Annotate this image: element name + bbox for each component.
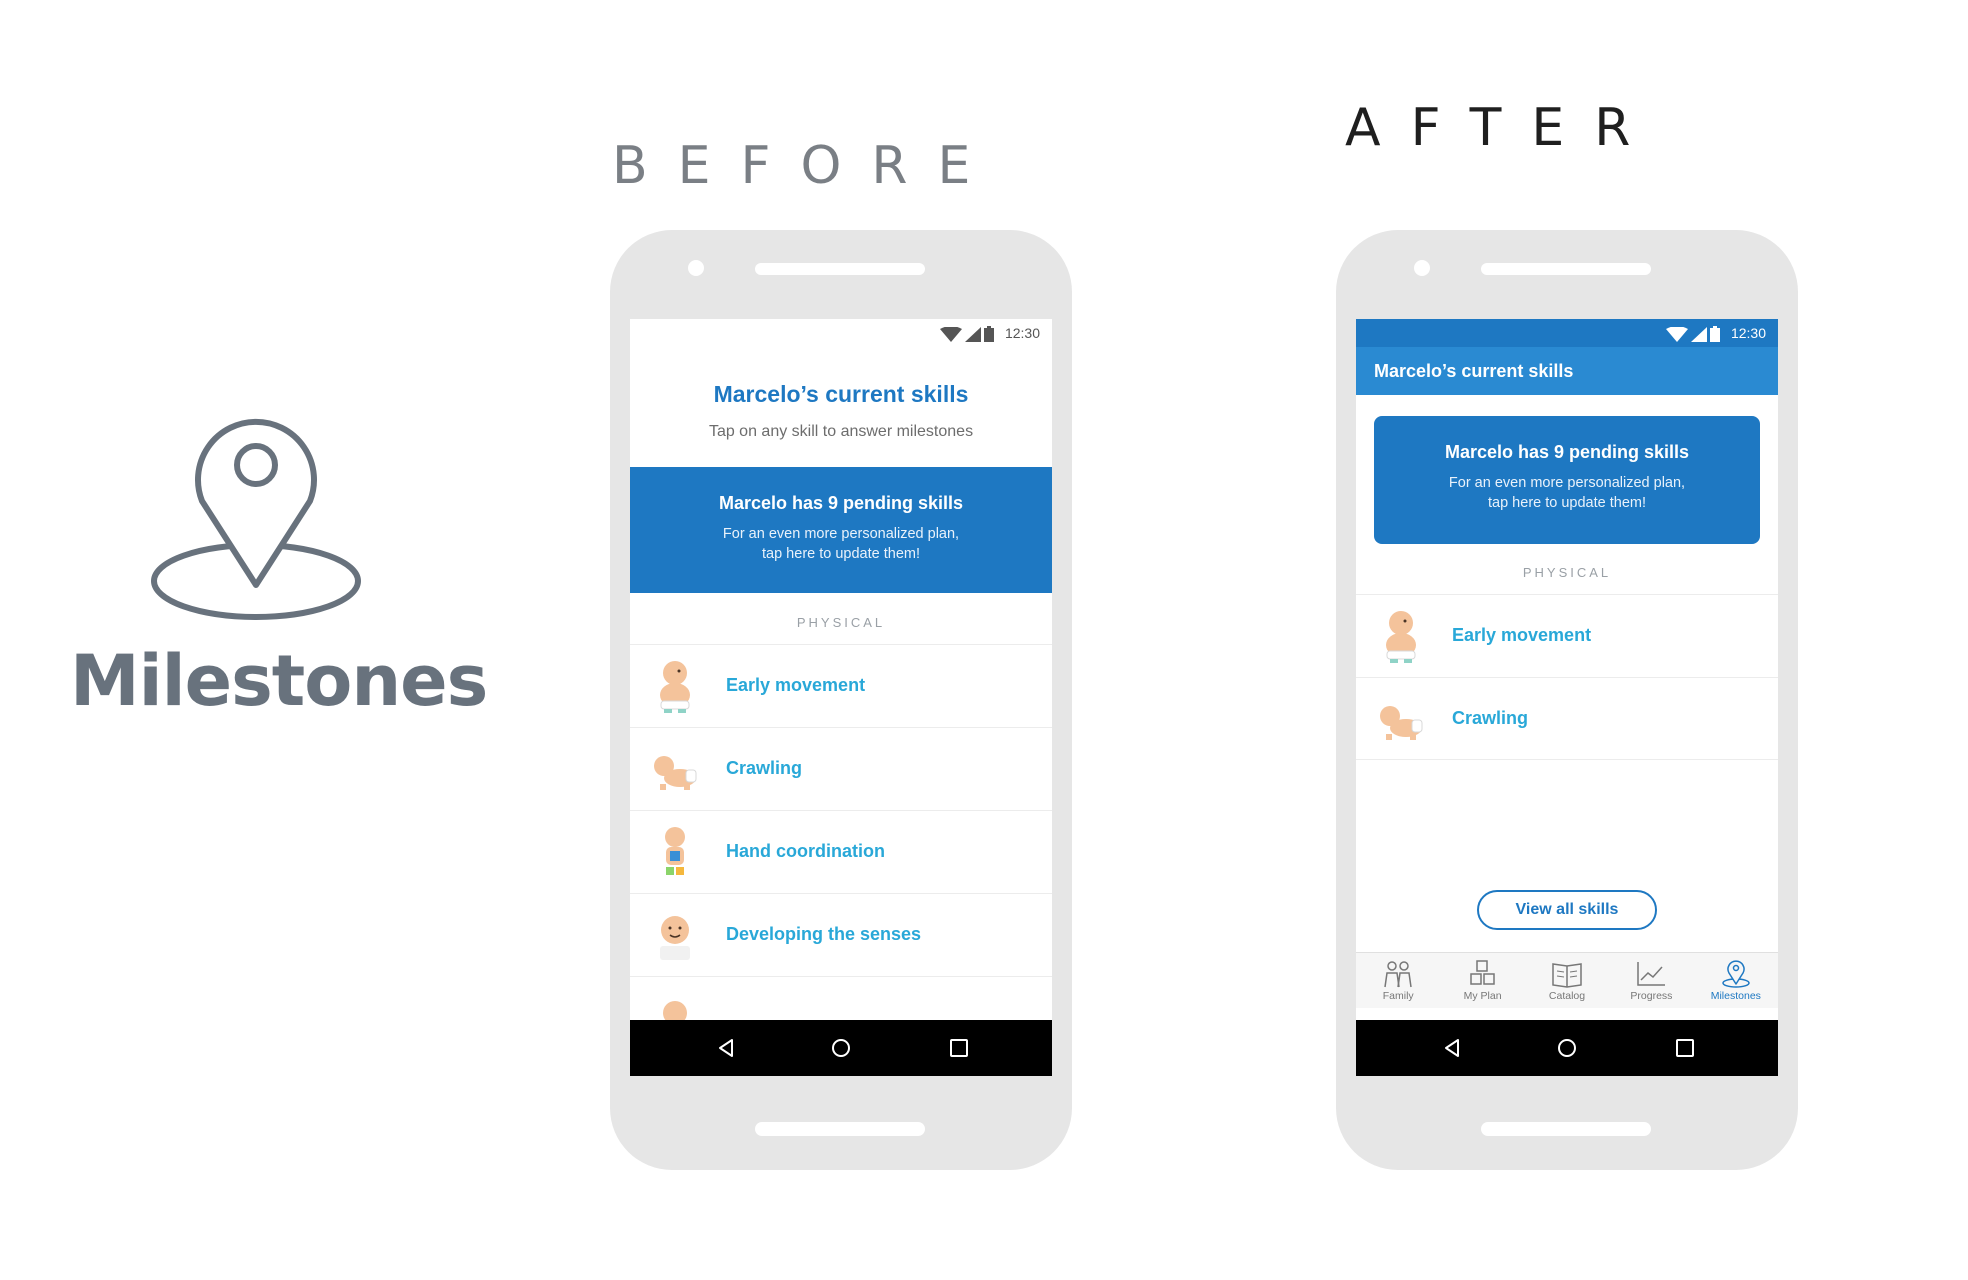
tab-label: Catalog [1548,990,1586,1002]
skill-list: Early movement Crawling [1356,594,1778,760]
tab-progress[interactable]: Progress [1609,953,1693,1008]
pending-line-1: For an even more personalized plan, [722,526,960,542]
skill-label: Crawling [726,758,803,778]
signal-icon [1691,326,1707,342]
skill-row-early-movement[interactable]: Early movement [630,644,1052,727]
phone-bottom-speaker [755,1122,925,1136]
status-bar: 12:30 [1356,319,1778,347]
skill-row-crawling[interactable]: Crawling [630,727,1052,810]
pending-title: Marcelo has 9 pending skills [718,493,964,513]
skill-row-crawling[interactable]: Crawling [1356,677,1778,760]
wifi-icon [1666,326,1688,342]
book-icon [1552,963,1582,988]
battery-icon [1710,326,1720,342]
wifi-icon [940,326,962,342]
status-time: 12:30 [1730,325,1766,341]
home-icon[interactable] [829,1036,853,1060]
baby-face-icon [660,916,690,960]
baby-sitting-icon [660,661,690,713]
skill-label: Hand coordination [726,841,885,861]
chart-icon [1637,962,1666,986]
tab-family[interactable]: Family [1356,953,1440,1008]
blocks-icon [1469,960,1495,985]
pending-line-1: For an even more personalized plan, [1448,475,1686,491]
home-icon[interactable] [1555,1036,1579,1060]
bottom-tab-bar: Family My Plan Catalog Progress Mileston… [1356,952,1778,1008]
tab-label: Milestones [1710,990,1761,1002]
baby-crawling-icon [1380,706,1423,740]
signal-icon [965,326,981,342]
tab-my-plan[interactable]: My Plan [1440,953,1524,1008]
phone-before: 12:30 Marcelo’s current skills Tap on an… [610,230,1072,1170]
recents-icon[interactable] [1673,1036,1697,1060]
baby-crawling-icon [654,756,697,790]
app-header: Marcelo’s current skills [1356,347,1778,395]
android-nav-bar [1356,1020,1778,1076]
skill-row-hand-coordination[interactable]: Hand coordination [630,810,1052,893]
pending-line-2: tap here to update them! [1488,495,1646,511]
skill-label: Early movement [726,675,866,695]
map-pin-icon [151,418,361,620]
battery-icon [984,326,994,342]
pending-skills-card[interactable]: Marcelo has 9 pending skills For an even… [1374,416,1760,544]
before-screen: 12:30 Marcelo’s current skills Tap on an… [630,319,1052,1076]
baby-blocks-icon [665,827,685,875]
after-screen: 12:30 Marcelo’s current skills Marcelo h… [1356,319,1778,1076]
back-icon[interactable] [1440,1036,1464,1060]
tab-label: Progress [1630,990,1673,1002]
skill-row-developing-senses[interactable]: Developing the senses [630,893,1052,976]
page-subtitle: Tap on any skill to answer milestones [708,423,974,440]
phone-speaker [755,263,925,275]
skill-row-early-movement[interactable]: Early movement [1356,594,1778,677]
after-heading: AFTER [1345,98,1661,158]
phone-after: 12:30 Marcelo’s current skills Marcelo h… [1336,230,1798,1170]
status-bar: 12:30 [630,319,1052,347]
phone-camera [688,260,704,276]
page-title: Marcelo’s current skills [1374,361,1574,381]
phone-bottom-speaker [1481,1122,1651,1136]
tab-milestones[interactable]: Milestones [1694,953,1778,1008]
skill-list: Early movement Crawling [630,644,1052,1059]
feature-title: Milestones [70,640,488,722]
android-nav-bar [630,1020,1052,1076]
tab-catalog[interactable]: Catalog [1525,953,1609,1008]
section-label-physical: PHYSICAL [796,615,886,630]
tab-label: Family [1382,990,1414,1002]
pending-title: Marcelo has 9 pending skills [1444,442,1690,462]
phone-camera [1414,260,1430,276]
status-time: 12:30 [1004,325,1040,341]
skill-label: Crawling [1452,708,1529,728]
map-pin-icon [1722,960,1750,988]
skill-label: Early movement [1452,625,1592,645]
section-label-physical: PHYSICAL [1522,565,1612,580]
pending-line-2: tap here to update them! [762,546,920,562]
skill-label: Developing the senses [726,924,922,944]
page-title: Marcelo’s current skills [713,381,969,407]
tab-label: My Plan [1463,990,1502,1002]
phone-speaker [1481,263,1651,275]
baby-sitting-icon [1386,611,1416,663]
back-icon[interactable] [714,1036,738,1060]
before-heading: BEFORE [612,136,1001,196]
family-icon [1384,961,1412,988]
pending-skills-banner[interactable]: Marcelo has 9 pending skills For an even… [630,467,1052,593]
view-all-skills-button[interactable]: View all skills [1477,890,1657,930]
recents-icon[interactable] [947,1036,971,1060]
